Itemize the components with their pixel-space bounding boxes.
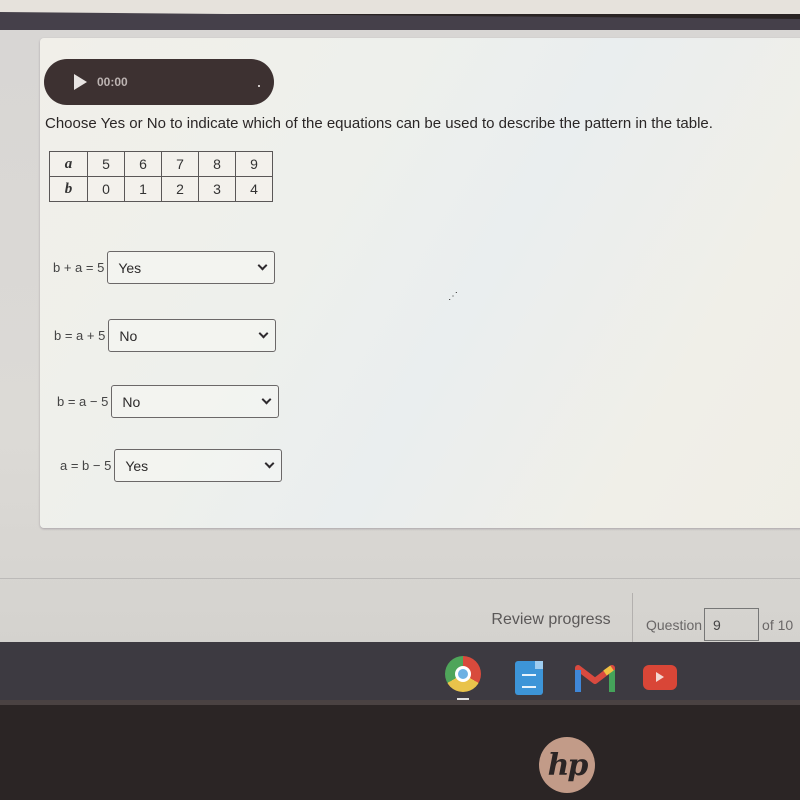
answer-select-2[interactable]: No [108, 319, 277, 352]
laptop-bezel [0, 705, 800, 800]
table-cell: 8 [198, 151, 236, 177]
hp-logo: hp [539, 737, 595, 793]
table-cell: 9 [235, 151, 273, 177]
selected-value: Yes [118, 259, 142, 276]
table-cell: 6 [124, 151, 162, 177]
answer-select-4[interactable]: Yes [114, 449, 283, 482]
table-cell: 4 [235, 176, 273, 202]
play-icon[interactable] [74, 74, 87, 90]
row-header: a [49, 151, 88, 177]
equation-label: a = b − 5 [60, 458, 112, 473]
chevron-down-icon [257, 260, 268, 271]
equation-label: b = a + 5 [54, 328, 106, 343]
review-progress-button[interactable]: Review progress [470, 593, 633, 648]
question-card: 00:00 Choose Yes or No to indicate which… [40, 38, 800, 528]
selected-value: No [122, 393, 141, 410]
selected-value: Yes [125, 457, 149, 474]
table-row-a: a 5 6 7 8 9 [49, 151, 273, 177]
table-cell: 5 [87, 151, 125, 177]
question-total: of 10 [762, 616, 794, 633]
taskbar [0, 642, 800, 705]
table-cell: 7 [161, 151, 199, 177]
question-number-input[interactable] [704, 608, 760, 641]
chevron-down-icon [264, 458, 275, 469]
equation-row-4: a = b − 5 Yes [60, 449, 283, 482]
youtube-icon[interactable] [643, 665, 677, 690]
chevron-down-icon [258, 328, 269, 339]
chrome-icon[interactable] [445, 656, 481, 692]
equation-row-2: b = a + 5 No [54, 319, 277, 352]
google-docs-icon[interactable] [515, 661, 543, 695]
chevron-down-icon [261, 394, 272, 405]
equation-row-3: b = a − 5 No [57, 385, 280, 418]
table-cell: 1 [124, 176, 162, 202]
equation-label: b + a = 5 [53, 260, 105, 275]
answer-select-1[interactable]: Yes [107, 251, 276, 284]
question-label: Question [646, 616, 703, 633]
gmail-icon[interactable] [575, 662, 615, 694]
answer-select-3[interactable]: No [111, 385, 280, 418]
audio-time: 00:00 [97, 75, 128, 89]
background-wall [0, 0, 800, 14]
table-cell: 0 [87, 176, 125, 202]
equation-label: b = a − 5 [57, 394, 109, 409]
equation-row-1: b + a = 5 Yes [53, 251, 276, 284]
question-prompt: Choose Yes or No to indicate which of th… [45, 115, 713, 132]
row-header: b [49, 176, 88, 202]
footer-divider [0, 578, 800, 579]
pattern-table: a 5 6 7 8 9 b 0 1 2 3 4 [49, 151, 273, 202]
selected-value: No [119, 327, 138, 344]
question-navigator: Question of 10 [646, 608, 793, 641]
mouse-cursor: ⋰ [448, 291, 458, 302]
audio-player[interactable]: 00:00 [44, 59, 274, 105]
table-row-b: b 0 1 2 3 4 [49, 176, 273, 202]
table-cell: 2 [161, 176, 199, 202]
screen: 00:00 Choose Yes or No to indicate which… [0, 30, 800, 705]
audio-menu-dot[interactable] [258, 85, 260, 87]
table-cell: 3 [198, 176, 236, 202]
